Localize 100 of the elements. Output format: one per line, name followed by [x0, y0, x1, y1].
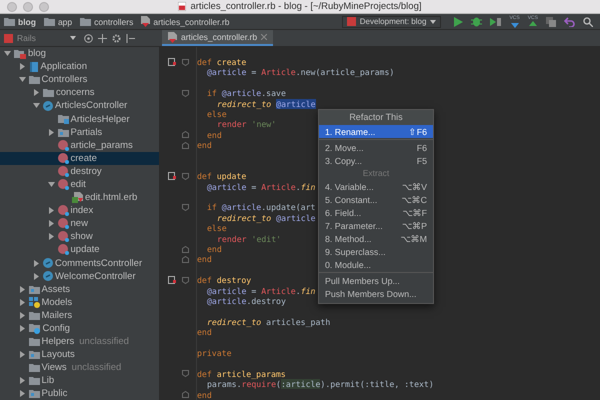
breadcrumb[interactable]: controllers [80, 16, 140, 26]
fold-marker-icon[interactable] [182, 256, 189, 264]
tree-item[interactable]: article_params [0, 138, 159, 152]
tree-item[interactable]: Models [0, 296, 159, 309]
menu-item[interactable]: 0. Module... [319, 258, 433, 271]
tree-item[interactable]: Mailers [0, 308, 159, 322]
tree-item[interactable]: Application [0, 60, 159, 74]
collapsed-arrow-icon[interactable] [33, 260, 40, 267]
method-icon [58, 140, 68, 151]
fold-marker-icon[interactable] [182, 391, 189, 398]
collapsed-arrow-icon[interactable] [18, 325, 26, 332]
ruby-file-icon [178, 2, 186, 11]
code-line: end [197, 327, 212, 338]
collapsed-arrow-icon[interactable] [18, 312, 26, 319]
tree-item[interactable]: Partials [0, 126, 159, 139]
search-button[interactable] [583, 16, 593, 26]
menu-item[interactable]: Pull Members Up... [319, 274, 433, 287]
fold-marker-icon[interactable] [182, 204, 189, 212]
fold-marker-icon[interactable] [182, 58, 189, 66]
fold-marker-icon[interactable] [182, 172, 189, 180]
tree-item[interactable]: create [0, 152, 159, 165]
tree-item[interactable]: edit [0, 178, 159, 192]
tree-item[interactable]: Helpers unclassified [0, 335, 159, 348]
caret-icon [70, 36, 76, 40]
menu-item[interactable]: 5. Constant... ⌥⌘C [319, 193, 433, 206]
code-line: def article_params [197, 368, 286, 380]
collapsed-arrow-icon[interactable] [18, 390, 26, 398]
menu-item[interactable]: 3. Copy... F5 [319, 154, 433, 167]
debug-button[interactable] [471, 16, 482, 27]
menu-item[interactable]: 6. Field... ⌥⌘F [319, 206, 433, 219]
tree-item[interactable]: Public [0, 387, 159, 400]
fold-marker-icon[interactable] [182, 90, 189, 97]
code-line: end [197, 140, 212, 151]
run-button[interactable] [454, 16, 464, 26]
menu-item[interactable]: 8. Method... ⌥⌘M [319, 232, 433, 245]
tree-item[interactable]: Controllers [0, 73, 159, 86]
tree-item[interactable]: index [0, 204, 159, 218]
collapsed-arrow-icon[interactable] [18, 351, 26, 358]
fold-marker-icon[interactable] [182, 246, 189, 253]
fold-marker-icon[interactable] [182, 131, 189, 138]
tree-item[interactable]: Views unclassified [0, 361, 159, 374]
method-marker-icon[interactable] [168, 276, 176, 284]
tree-item[interactable]: ArticlesController [0, 99, 159, 112]
collapsed-arrow-icon[interactable] [18, 286, 26, 293]
close-icon[interactable] [261, 34, 268, 40]
collapsed-arrow-icon[interactable] [18, 377, 26, 384]
menu-item[interactable]: 2. Move... F6 [319, 141, 433, 154]
target-icon[interactable] [84, 34, 93, 42]
fold-marker-icon[interactable] [182, 142, 189, 149]
collapsed-arrow-icon[interactable] [33, 272, 40, 280]
compare-button[interactable] [546, 16, 556, 26]
tree-item[interactable]: destroy [0, 164, 159, 178]
code-line: @article = Article.fin [207, 182, 316, 192]
undo-button[interactable] [564, 16, 575, 26]
menu-item[interactable]: Push Members Down... [319, 287, 433, 300]
tree-item[interactable]: WelcomeController [0, 270, 159, 283]
method-marker-icon[interactable] [168, 58, 176, 66]
expanded-arrow-icon[interactable] [48, 180, 54, 188]
tree-item[interactable]: Config [0, 322, 159, 336]
breadcrumb[interactable]: articles_controller.rb [141, 16, 236, 27]
menu-item[interactable]: 1. Rename... ⇧F6 [319, 125, 433, 138]
tree-item[interactable]: new [0, 217, 159, 230]
expanded-arrow-icon[interactable] [4, 50, 11, 58]
collapsed-arrow-icon[interactable] [48, 233, 54, 240]
breadcrumb[interactable]: app [44, 16, 78, 26]
class-icon [43, 258, 53, 268]
coverage-button[interactable] [490, 16, 502, 26]
code-line: end [197, 254, 212, 265]
collapsed-arrow-icon[interactable] [18, 298, 26, 306]
tree-item[interactable]: edit.html.erb [0, 191, 159, 204]
config-folder-icon [28, 323, 40, 334]
tree-item[interactable]: concerns [0, 86, 159, 100]
tree-item[interactable]: CommentsController [0, 256, 159, 270]
expanded-arrow-icon[interactable] [33, 102, 40, 110]
expanded-arrow-icon[interactable] [18, 76, 26, 84]
menu-item[interactable]: 7. Parameter... ⌥⌘P [319, 219, 433, 232]
menu-item[interactable]: 4. Variable... ⌥⌘V [319, 180, 433, 193]
rails-icon [4, 34, 13, 42]
menu-item[interactable]: 9. Superclass... [319, 245, 433, 258]
tree-item[interactable]: Lib [0, 374, 159, 388]
project-view-dropdown[interactable]: Rails [0, 30, 80, 46]
method-icon [58, 178, 68, 190]
tree-item[interactable]: Assets [0, 282, 159, 296]
tree-item[interactable]: ArticlesHelper [0, 112, 159, 126]
editor-tab[interactable]: articles_controller.rb [162, 30, 274, 46]
collapsed-arrow-icon[interactable] [33, 89, 40, 96]
tree-item[interactable]: show [0, 230, 159, 244]
fold-marker-icon[interactable] [182, 276, 189, 284]
tree-item[interactable]: Layouts [0, 348, 159, 362]
run-configuration-dropdown[interactable]: Development: blog [342, 16, 442, 28]
tree-item[interactable]: update [0, 243, 159, 256]
tree-item[interactable]: blog [0, 47, 159, 60]
collapsed-arrow-icon[interactable] [48, 220, 54, 228]
settings-icon[interactable] [112, 34, 121, 42]
method-marker-icon[interactable] [168, 172, 176, 180]
collapsed-arrow-icon[interactable] [48, 128, 54, 136]
breadcrumb[interactable]: blog [4, 16, 42, 26]
fold-marker-icon[interactable] [182, 370, 189, 378]
collapsed-arrow-icon[interactable] [18, 63, 26, 70]
collapsed-arrow-icon[interactable] [48, 207, 54, 214]
